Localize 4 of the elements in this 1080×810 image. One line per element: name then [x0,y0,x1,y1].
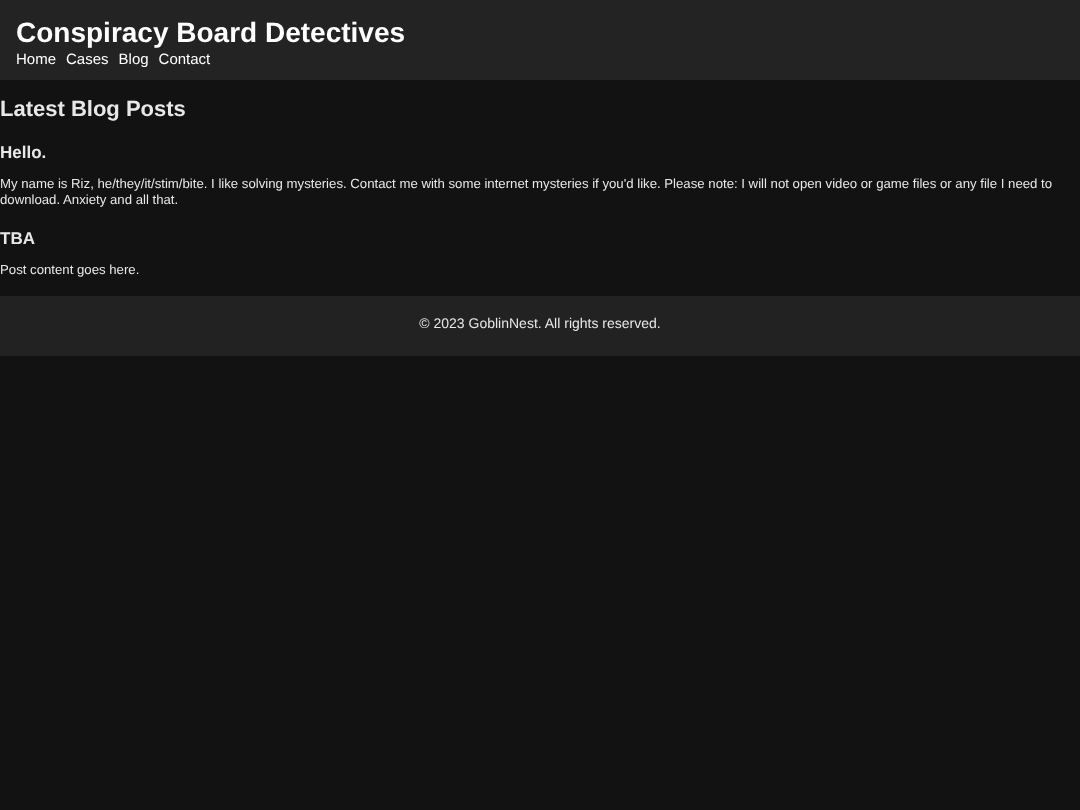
post-title: TBA [0,228,35,248]
section-heading: Latest Blog Posts [0,96,186,124]
post-title: Hello. [0,142,47,162]
site-title: Conspiracy Board Detectives [16,16,406,48]
